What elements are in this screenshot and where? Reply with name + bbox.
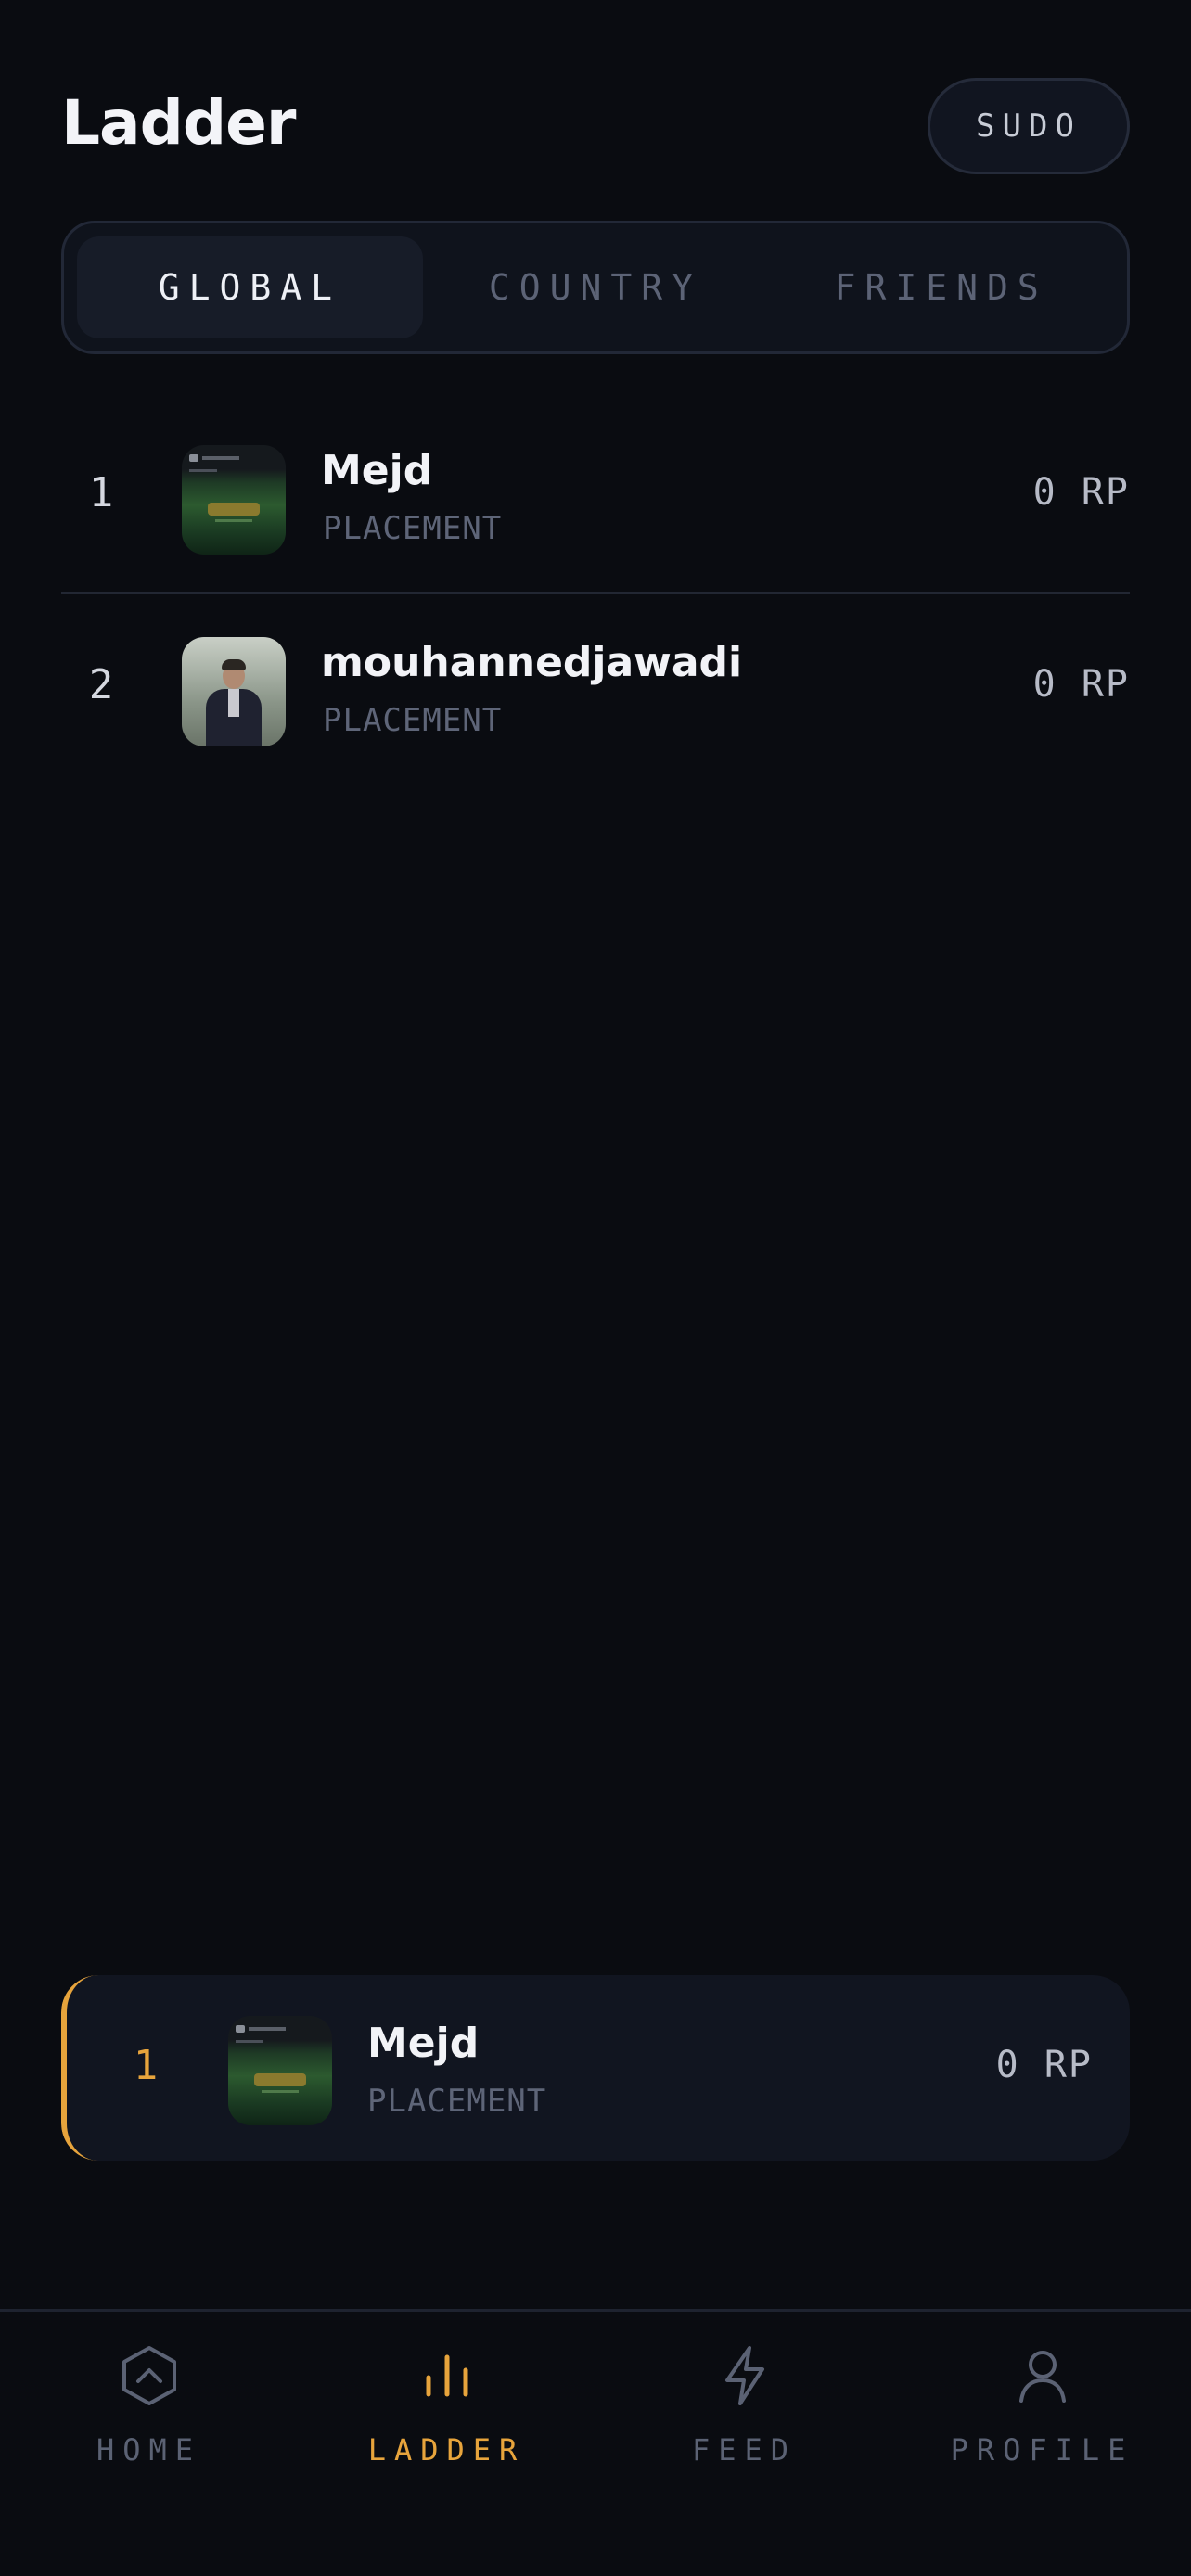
- scope-tabs: GLOBAL COUNTRY FRIENDS: [61, 221, 1130, 354]
- rank-number: 1: [133, 2042, 159, 2089]
- player-tier: PLACEMENT: [367, 2083, 547, 2120]
- player-points: 0 RP: [1032, 663, 1130, 706]
- person-icon: [1010, 2343, 1075, 2408]
- current-user-card[interactable]: 1 Mejd PLACEMENT 0 RP: [61, 1975, 1130, 2161]
- bottom-nav: HOME LADDER FEED PROFILE: [0, 2309, 1191, 2576]
- nav-label: FEED: [691, 2432, 798, 2468]
- player-name: mouhannedjawadi: [321, 639, 743, 686]
- avatar: [182, 637, 286, 746]
- nav-label: LADDER: [367, 2432, 526, 2468]
- nav-profile[interactable]: PROFILE: [893, 2312, 1191, 2576]
- leaderboard-row[interactable]: 2 mouhannedjawadi PLACEMENT 0 RP: [61, 592, 1130, 781]
- nav-label: PROFILE: [950, 2432, 1134, 2468]
- player-tier: PLACEMENT: [323, 702, 503, 739]
- avatar: [182, 445, 286, 555]
- nav-ladder[interactable]: LADDER: [298, 2312, 596, 2576]
- bar-chart-icon: [415, 2343, 480, 2408]
- sudo-button[interactable]: SUDO: [928, 78, 1130, 174]
- hexagon-chevron-up-icon: [117, 2343, 182, 2408]
- avatar: [228, 2016, 332, 2125]
- player-name: Mejd: [367, 2020, 480, 2067]
- page-title: Ladder: [61, 87, 296, 159]
- rank-number: 2: [88, 661, 114, 708]
- leaderboard-list: 1 Mejd PLACEMENT 0 RP 2 mouhannedjawadi …: [61, 402, 1130, 781]
- player-name: Mejd: [321, 447, 433, 494]
- nav-label: HOME: [96, 2432, 202, 2468]
- ladder-screen: Ladder SUDO GLOBAL COUNTRY FRIENDS 1 Mej…: [0, 0, 1191, 2576]
- nav-home[interactable]: HOME: [0, 2312, 298, 2576]
- header: Ladder SUDO: [61, 76, 1130, 178]
- player-points: 0 RP: [995, 2044, 1093, 2086]
- rank-number: 1: [88, 469, 114, 516]
- player-tier: PLACEMENT: [323, 510, 503, 547]
- tab-global[interactable]: GLOBAL: [77, 236, 423, 338]
- tab-friends[interactable]: FRIENDS: [768, 236, 1114, 338]
- player-points: 0 RP: [1032, 471, 1130, 514]
- nav-feed[interactable]: FEED: [596, 2312, 893, 2576]
- lightning-bolt-icon: [712, 2343, 777, 2408]
- leaderboard-row[interactable]: 1 Mejd PLACEMENT 0 RP: [61, 402, 1130, 592]
- tab-country[interactable]: COUNTRY: [423, 236, 769, 338]
